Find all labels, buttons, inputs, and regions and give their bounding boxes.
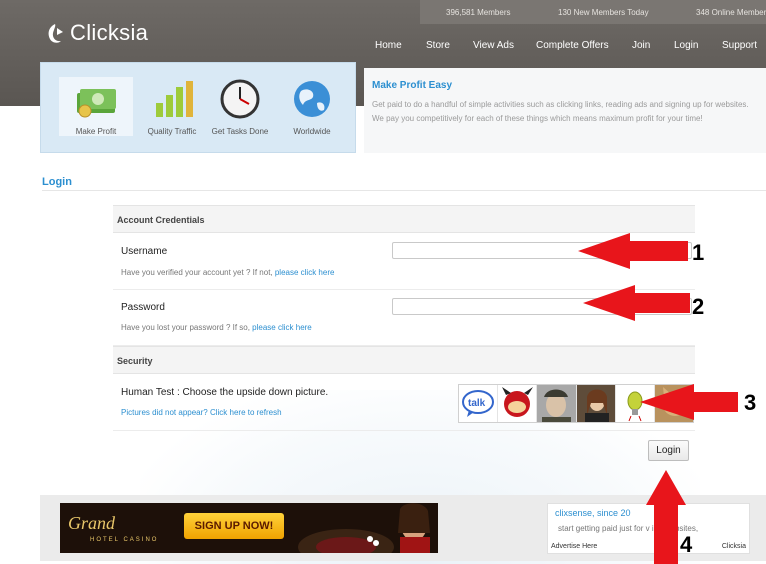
captcha-option-wizard[interactable] (576, 385, 616, 422)
password-label: Password (121, 302, 165, 313)
nav-view-ads[interactable]: View Ads (473, 40, 514, 51)
annotation-number-1: 1 (692, 240, 705, 265)
lost-password-link[interactable]: please click here (252, 323, 312, 332)
feature-label: Worldwide (293, 127, 331, 136)
stat-new-members: 130 New Members Today (558, 8, 649, 17)
text-ad-title[interactable]: clixsense, since 20 (555, 508, 631, 518)
captcha-option-lightbulb[interactable] (615, 385, 655, 422)
feature-label: Make Profit (75, 127, 117, 136)
login-button[interactable]: Login (648, 440, 689, 461)
about-text: Get paid to do a handful of simple activ… (372, 100, 749, 123)
stats-bar: 396,581 Members 130 New Members Today 34… (420, 0, 766, 24)
section-header-security: Security (113, 346, 695, 374)
banner-sub: HOTEL CASINO (90, 537, 159, 543)
page-title: Login (42, 176, 72, 188)
cat-icon (654, 385, 694, 422)
captcha-option-cartoon[interactable] (498, 385, 538, 422)
captcha-option-cat[interactable] (654, 385, 694, 422)
main-nav: Home Store View Ads Complete Offers Join… (0, 40, 766, 54)
hint-text: Have you verified your account yet ? If … (121, 268, 275, 277)
nav-store[interactable]: Store (426, 40, 450, 51)
feature-get-tasks-done[interactable]: Get Tasks Done (203, 77, 277, 136)
captcha-option-talk[interactable]: talk (459, 385, 499, 422)
svg-text:talk: talk (468, 398, 486, 409)
password-row: Password Have you lost your password ? I… (113, 291, 695, 346)
feature-worldwide[interactable]: Worldwide (275, 77, 349, 136)
hint-text: Have you lost your password ? If so, (121, 323, 253, 332)
nav-join[interactable]: Join (632, 40, 650, 51)
password-hint: Have you lost your password ? If so, ple… (121, 323, 312, 332)
cartoon-character-icon (502, 387, 534, 417)
annotation-number-2: 2 (692, 294, 705, 319)
divider (42, 190, 766, 191)
feature-quality-traffic[interactable]: Quality Traffic (135, 77, 209, 136)
captcha-option-soldier[interactable] (537, 385, 577, 422)
clock-icon (220, 79, 260, 119)
young-wizard-icon (576, 385, 615, 422)
username-input[interactable] (392, 242, 692, 259)
text-ad-description: start getting paid just for v ing websit… (558, 524, 699, 533)
nav-login[interactable]: Login (674, 40, 698, 51)
money-stack-icon (77, 89, 116, 118)
bar-chart-icon (156, 81, 193, 117)
feature-panel: Make Profit Quality Traffic Get Tasks Do… (40, 62, 356, 153)
human-test-label: Human Test : Choose the upside down pict… (121, 387, 329, 398)
roulette-image (298, 503, 430, 553)
section-header-credentials: Account Credentials (113, 205, 695, 233)
nav-home[interactable]: Home (375, 40, 402, 51)
nav-complete-offers[interactable]: Complete Offers (536, 40, 609, 51)
text-ad[interactable]: clixsense, since 20 start getting paid j… (547, 503, 750, 554)
section-title: Security (117, 356, 153, 366)
feature-label: Get Tasks Done (211, 127, 269, 136)
refresh-pictures-link[interactable]: Pictures did not appear? Click here to r… (121, 408, 282, 417)
stat-online-members: 348 Online Members (696, 8, 766, 17)
verify-account-link[interactable]: please click here (275, 268, 335, 277)
signup-now-button[interactable]: SIGN UP NOW! (184, 513, 284, 539)
login-form: Account Credentials Username Have you ve… (113, 205, 695, 431)
advertise-brand: Clicksia (721, 543, 746, 550)
banner-brand: Grand (68, 513, 116, 533)
talk-logo-icon: talk (462, 390, 494, 417)
advertise-here-link[interactable]: Advertise Here (551, 543, 597, 550)
globe-icon (294, 81, 330, 117)
stat-members: 396,581 Members (446, 8, 511, 17)
annotation-number-3: 3 (744, 390, 757, 415)
annotation-number-4: 4 (680, 532, 693, 557)
captcha-images: talk (458, 384, 694, 423)
feature-label: Quality Traffic (147, 127, 197, 136)
feature-make-profit[interactable]: Make Profit (59, 77, 133, 136)
password-input[interactable] (392, 298, 692, 315)
about-title: Make Profit Easy (372, 80, 453, 91)
username-label: Username (121, 246, 168, 257)
casino-banner-ad[interactable]: Grand HOTEL CASINO SIGN UP NOW! (60, 503, 438, 553)
username-row: Username Have you verified your account … (113, 234, 695, 290)
about-box: Make Profit Easy Get paid to do a handfu… (364, 68, 766, 153)
section-title: Account Credentials (117, 215, 205, 225)
lightbulb-icon (627, 391, 643, 422)
nav-support[interactable]: Support (722, 40, 757, 51)
soldier-portrait-icon (537, 385, 576, 422)
username-hint: Have you verified your account yet ? If … (121, 268, 334, 277)
